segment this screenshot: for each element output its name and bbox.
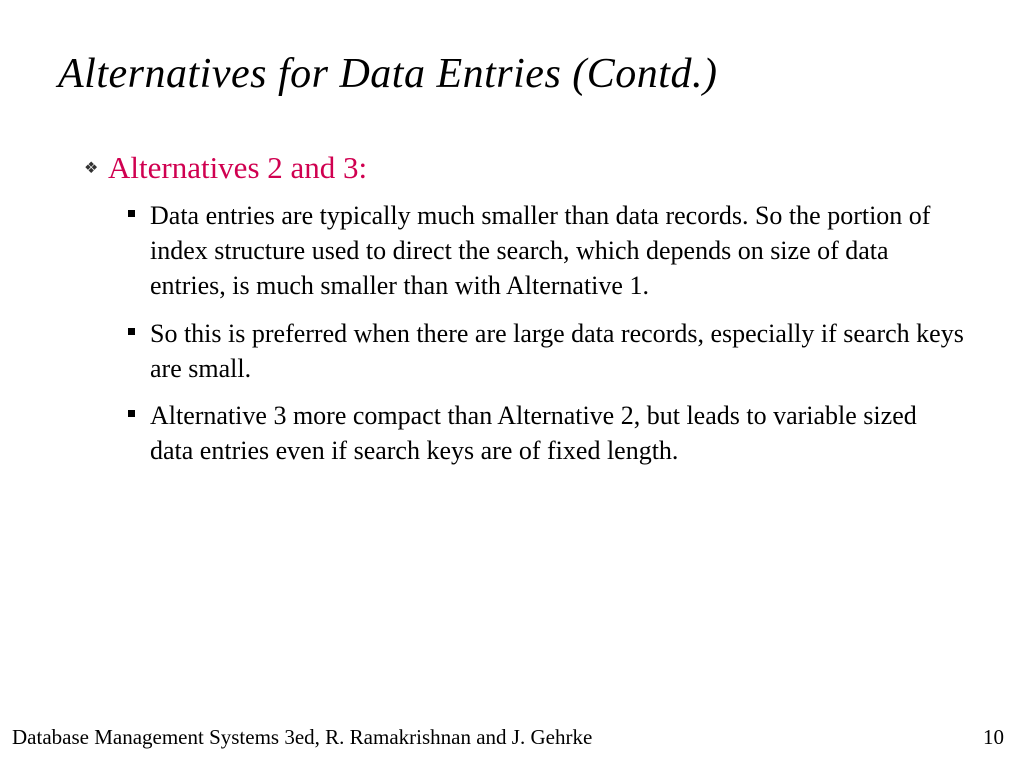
square-bullet-icon [128,210,135,217]
main-bullet-text: Alternatives 2 and 3: [108,148,964,188]
sub-bullet-item: So this is preferred when there are larg… [150,316,964,386]
footer-source: Database Management Systems 3ed, R. Rama… [12,725,592,750]
main-bullet: ❖ Alternatives 2 and 3: Data entries are… [108,148,964,468]
sub-bullet-item: Alternative 3 more compact than Alternat… [150,398,964,468]
sub-bullet-text: Data entries are typically much smaller … [150,198,964,303]
square-bullet-icon [128,410,135,417]
square-bullet-icon [128,328,135,335]
slide-title: Alternatives for Data Entries (Contd.) [0,0,1024,128]
diamond-bullet-icon: ❖ [84,158,98,178]
footer-page-number: 10 [983,725,1004,750]
sub-bullet-text: Alternative 3 more compact than Alternat… [150,398,964,468]
slide-content: ❖ Alternatives 2 and 3: Data entries are… [0,128,1024,468]
sub-bullet-item: Data entries are typically much smaller … [150,198,964,303]
sub-bullets-container: Data entries are typically much smaller … [108,188,964,468]
slide-footer: Database Management Systems 3ed, R. Rama… [0,725,1024,750]
sub-bullet-text: So this is preferred when there are larg… [150,316,964,386]
